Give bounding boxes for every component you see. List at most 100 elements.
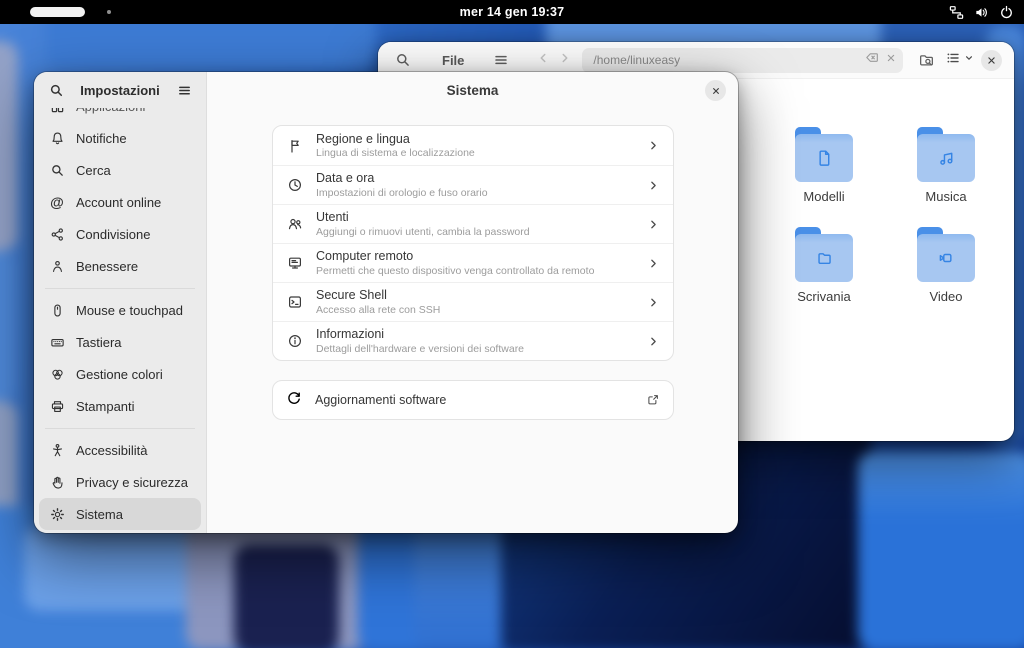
folder-icon (917, 127, 975, 183)
folder-label: Musica (925, 189, 966, 204)
folder-glyph-icon (795, 234, 853, 282)
forward-icon[interactable] (558, 51, 572, 70)
share-icon (49, 226, 65, 242)
clock[interactable]: mer 14 gen 19:37 (0, 5, 1024, 19)
settings-title: Impostazioni (68, 83, 172, 98)
row-utenti[interactable]: Utenti Aggiungi o rimuovi utenti, cambia… (273, 204, 673, 243)
system-tray[interactable] (949, 5, 1024, 20)
row-regione-e-lingua[interactable]: Regione e lingua Lingua di sistema e loc… (273, 126, 673, 165)
panel-header: Sistema (207, 72, 738, 108)
files-app-title: File (442, 53, 464, 68)
files-close-button[interactable] (981, 50, 1002, 71)
keyboard-icon (49, 334, 65, 350)
network-icon (949, 5, 964, 20)
folder-label: Modelli (803, 189, 844, 204)
folder-icon (795, 227, 853, 283)
folder-search-icon[interactable] (913, 47, 939, 73)
chevron-right-icon (647, 139, 660, 152)
sidebar-item-label: Account online (76, 195, 161, 210)
row-secure-shell[interactable]: Secure Shell Accesso alla rete con SSH (273, 282, 673, 321)
folder-icon (795, 127, 853, 183)
sidebar-item-cerca[interactable]: Cerca (39, 154, 201, 186)
sidebar-item-label: Sistema (76, 507, 123, 522)
sidebar-item-accessibilita[interactable]: Accessibilità (39, 434, 201, 466)
chevron-down-icon (963, 51, 975, 69)
sidebar-item-label: Accessibilità (76, 443, 148, 458)
page-title: Sistema (447, 83, 499, 98)
settings-main-panel: Sistema Regione e lingua Lingua di siste… (207, 72, 738, 533)
sidebar-list: Applicazioni Notifiche Cerca @ Account o… (34, 108, 206, 533)
top-bar: mer 14 gen 19:37 (0, 0, 1024, 24)
folder-musica[interactable]: Musica (894, 127, 998, 204)
folder-label: Video (929, 289, 962, 304)
back-icon[interactable] (536, 51, 550, 70)
row-computer-remoto[interactable]: Computer remoto Permetti che questo disp… (273, 243, 673, 282)
list-view-icon (945, 50, 961, 71)
settings-window: Impostazioni Applicazioni Notifiche (34, 72, 738, 533)
chevron-right-icon (647, 296, 660, 309)
person-icon (49, 258, 65, 274)
sidebar-header: Impostazioni (34, 72, 206, 108)
row-data-e-ora[interactable]: Data e ora Impostazioni di orologio e fu… (273, 165, 673, 204)
folder-label: Scrivania (797, 289, 850, 304)
row-aggiornamenti-software[interactable]: Aggiornamenti software (273, 381, 673, 419)
folder-video[interactable]: Video (894, 227, 998, 304)
row-title: Computer remoto (316, 249, 634, 263)
chevron-right-icon (647, 335, 660, 348)
clock-icon (286, 177, 303, 194)
search-icon (49, 162, 65, 178)
at-icon: @ (49, 194, 65, 210)
mouse-icon (49, 302, 65, 318)
path-text: /home/linuxeasy (593, 53, 864, 67)
video-camera-icon (917, 234, 975, 282)
grid-icon (49, 108, 65, 114)
sidebar-item-label: Stampanti (76, 399, 135, 414)
sidebar-item-label: Notifiche (76, 131, 127, 146)
hand-icon (49, 474, 65, 490)
document-icon (795, 134, 853, 182)
menu-icon[interactable] (488, 47, 514, 73)
row-subtitle: Dettagli dell'hardware e versioni dei so… (316, 343, 634, 355)
view-switcher[interactable] (945, 50, 975, 71)
system-settings-group: Regione e lingua Lingua di sistema e loc… (272, 125, 674, 361)
gear-icon (49, 506, 65, 522)
sidebar-item-label: Applicazioni (76, 108, 145, 114)
sidebar-item-gestione-colori[interactable]: Gestione colori (39, 358, 201, 390)
sidebar-separator (45, 428, 195, 429)
row-title: Informazioni (316, 327, 634, 341)
sidebar-item-label: Benessere (76, 259, 138, 274)
bell-icon (49, 130, 65, 146)
volume-icon (974, 5, 989, 20)
sidebar-item-benessere[interactable]: Benessere (39, 250, 201, 282)
search-icon[interactable] (44, 78, 68, 102)
search-icon[interactable] (390, 47, 416, 73)
close-path-icon[interactable] (885, 51, 897, 69)
settings-close-button[interactable] (705, 80, 726, 101)
path-bar[interactable]: /home/linuxeasy (582, 48, 903, 73)
settings-sidebar: Impostazioni Applicazioni Notifiche (34, 72, 207, 533)
sidebar-item-tastiera[interactable]: Tastiera (39, 326, 201, 358)
sidebar-item-label: Cerca (76, 163, 111, 178)
sidebar-separator (45, 288, 195, 289)
row-subtitle: Lingua di sistema e localizzazione (316, 147, 634, 159)
history-nav (536, 51, 572, 70)
power-icon (999, 5, 1014, 20)
row-title: Secure Shell (316, 288, 634, 302)
clear-path-icon[interactable] (864, 50, 879, 70)
sidebar-item-condivisione[interactable]: Condivisione (39, 218, 201, 250)
menu-icon[interactable] (172, 78, 196, 102)
sidebar-item-stampanti[interactable]: Stampanti (39, 390, 201, 422)
folder-scrivania[interactable]: Scrivania (772, 227, 876, 304)
folder-modelli[interactable]: Modelli (772, 127, 876, 204)
row-title: Aggiornamenti software (315, 393, 633, 407)
sidebar-item-sistema[interactable]: Sistema (39, 498, 201, 530)
color-circles-icon (49, 366, 65, 382)
chevron-right-icon (647, 179, 660, 192)
row-informazioni[interactable]: Informazioni Dettagli dell'hardware e ve… (273, 321, 673, 360)
chevron-right-icon (647, 257, 660, 270)
sidebar-item-notifiche[interactable]: Notifiche (39, 122, 201, 154)
sidebar-item-mouse-e-touchpad[interactable]: Mouse e touchpad (39, 294, 201, 326)
sidebar-item-account-online[interactable]: @ Account online (39, 186, 201, 218)
sidebar-item-applicazioni[interactable]: Applicazioni (39, 108, 201, 122)
sidebar-item-privacy-e-sicurezza[interactable]: Privacy e sicurezza (39, 466, 201, 498)
